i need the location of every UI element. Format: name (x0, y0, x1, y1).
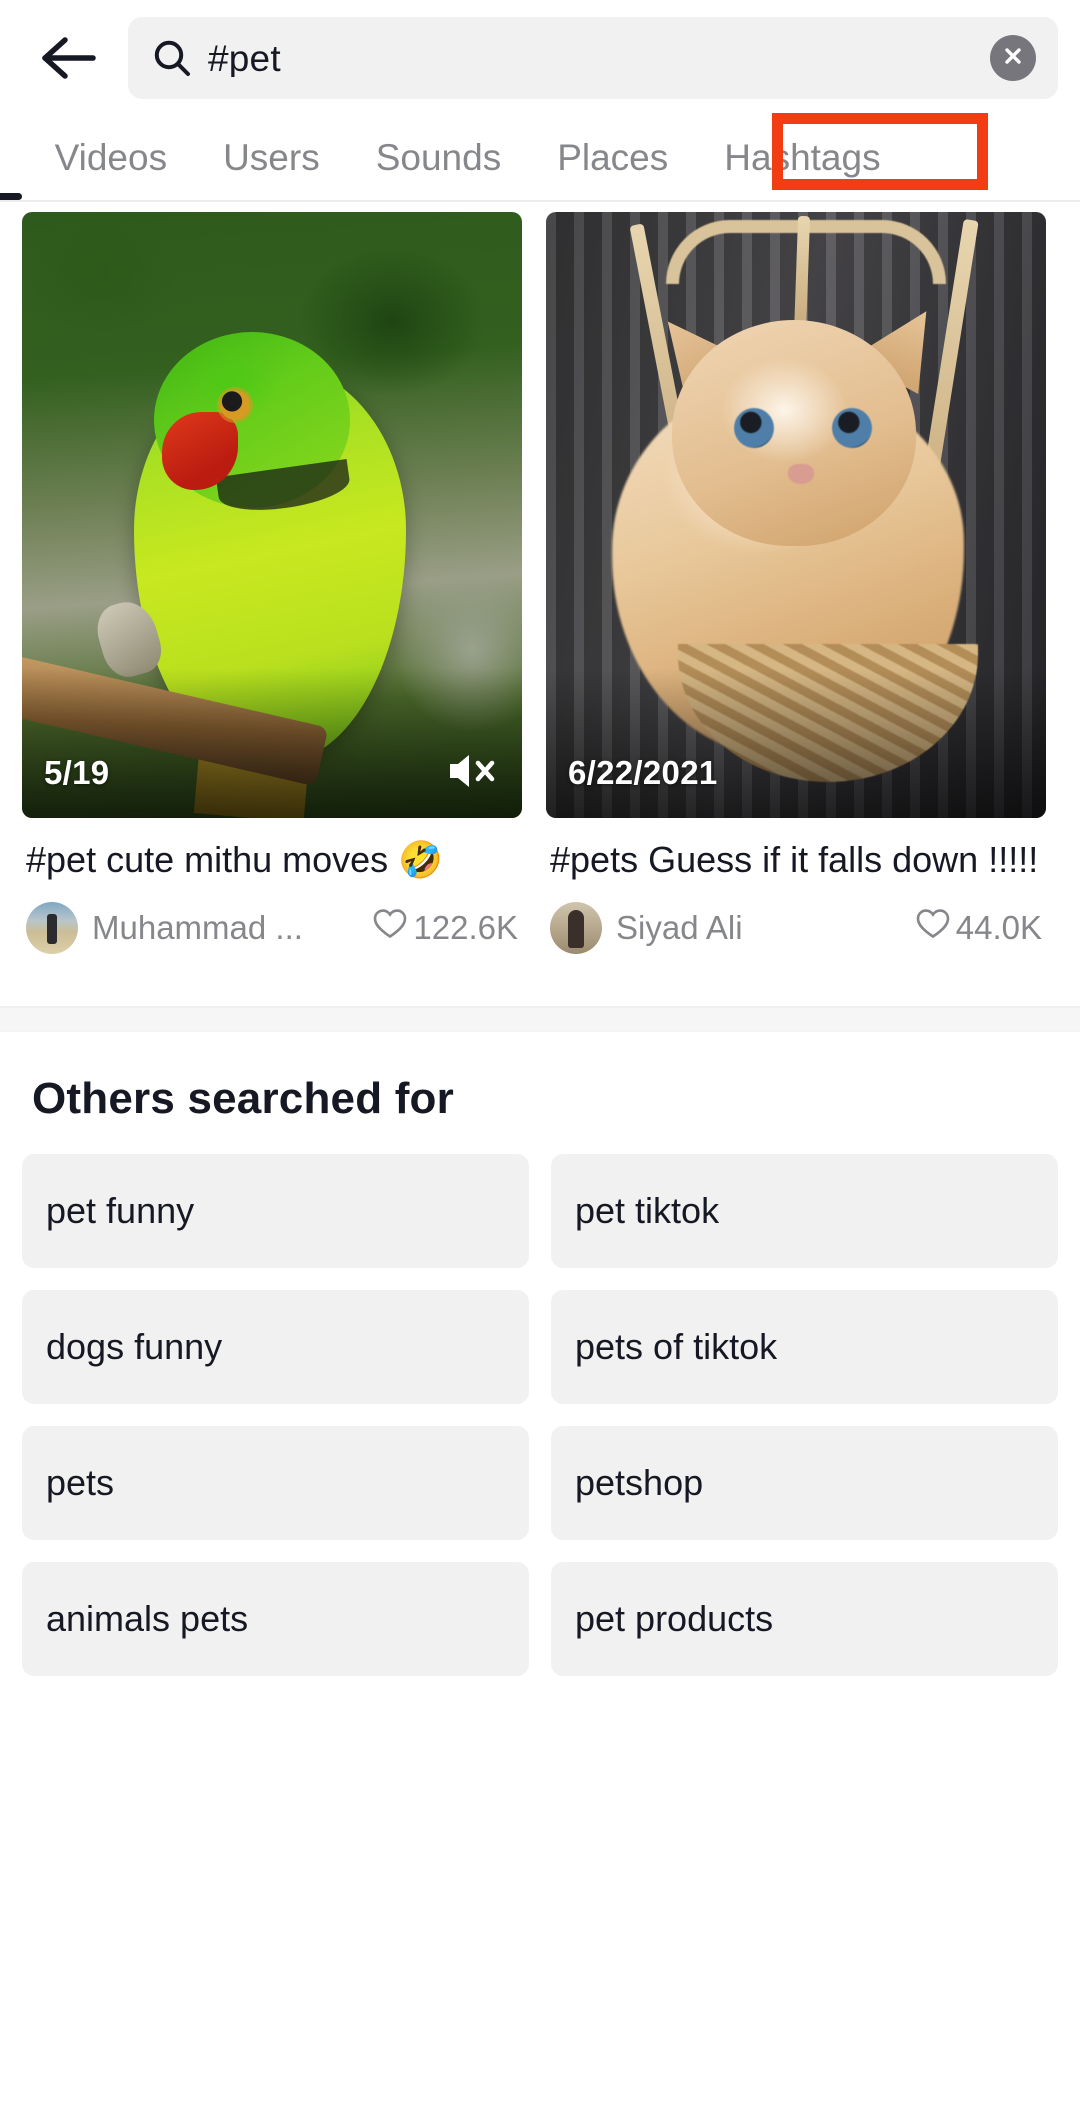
back-button[interactable] (30, 20, 106, 96)
video-author-name[interactable]: Siyad Ali (616, 909, 743, 947)
tab-top[interactable]: p (0, 116, 27, 200)
search-input[interactable]: #pet (208, 40, 281, 77)
tab-hashtags[interactable]: Hashtags (696, 116, 908, 200)
tab-list: p Videos Users Sounds Places Hashtags (0, 116, 1080, 200)
suggestion-chip[interactable]: animals pets (22, 1562, 529, 1676)
tab-sounds[interactable]: Sounds (348, 116, 530, 200)
tab-sounds-label: Sounds (376, 137, 502, 178)
video-title: #pet cute mithu moves 🤣 (22, 818, 522, 886)
video-date-badge: 6/22/2021 (568, 754, 718, 792)
parrot-eye-shape (220, 390, 250, 420)
video-card[interactable]: 5/19 #pet cute mithu moves 🤣 Muhammad ..… (22, 212, 522, 954)
tab-users[interactable]: Users (195, 116, 348, 200)
suggestion-chip[interactable]: petshop (551, 1426, 1058, 1540)
close-icon (1001, 44, 1025, 73)
video-title-text: #pet cute mithu moves (26, 839, 398, 880)
heart-icon (916, 908, 950, 948)
suggestion-chip[interactable]: pet tiktok (551, 1154, 1058, 1268)
search-icon (152, 38, 192, 78)
suggestion-chip-label: petshop (575, 1462, 703, 1504)
clear-search-button[interactable] (990, 35, 1036, 81)
like-count-group: 122.6K (373, 908, 518, 948)
others-searched-for-section: Others searched for pet funny pet tiktok… (0, 1032, 1080, 1676)
search-bar[interactable]: #pet (128, 17, 1058, 99)
heart-icon (373, 908, 407, 948)
suggestion-chip-label: pet tiktok (575, 1190, 719, 1232)
suggestion-chip-grid: pet funny pet tiktok dogs funny pets of … (22, 1154, 1058, 1676)
avatar[interactable] (550, 902, 602, 954)
suggestion-chip-label: animals pets (46, 1598, 248, 1640)
video-thumbnail[interactable]: 5/19 (22, 212, 522, 818)
tab-places-label: Places (557, 137, 668, 178)
tab-places[interactable]: Places (529, 116, 696, 200)
kitten-eye-right-shape (832, 408, 872, 448)
section-divider (0, 1006, 1080, 1032)
video-card[interactable]: 6/22/2021 #pets Guess if it falls down !… (546, 212, 1046, 954)
tiktok-search-results-screen: #pet p Videos Users So (0, 0, 1080, 2116)
thumbnail-gradient-overlay (546, 668, 1046, 818)
kitten-eye-left-shape (734, 408, 774, 448)
video-meta-row: Muhammad ... 122.6K (22, 886, 522, 954)
video-author-name[interactable]: Muhammad ... (92, 909, 303, 947)
video-meta-row: Siyad Ali 44.0K (546, 886, 1046, 954)
like-count-group: 44.0K (916, 908, 1042, 948)
thumbnail-gradient-overlay (22, 668, 522, 818)
video-title-text: #pets Guess if it falls down !!!!! (550, 839, 1038, 880)
avatar[interactable] (26, 902, 78, 954)
suggestion-chip-label: pets of tiktok (575, 1326, 777, 1368)
suggestion-chip[interactable]: pet products (551, 1562, 1058, 1676)
suggestion-chip-label: dogs funny (46, 1326, 222, 1368)
tab-videos[interactable]: Videos (27, 116, 195, 200)
search-tab-bar: p Videos Users Sounds Places Hashtags (0, 116, 1080, 202)
suggestion-chip[interactable]: pets (22, 1426, 529, 1540)
suggestion-chip-label: pets (46, 1462, 114, 1504)
search-header: #pet (0, 0, 1080, 116)
tab-videos-label: Videos (55, 137, 167, 178)
video-date-badge: 5/19 (44, 754, 109, 792)
section-title: Others searched for (22, 1032, 1058, 1154)
suggestion-chip[interactable]: pets of tiktok (551, 1290, 1058, 1404)
suggestion-chip[interactable]: dogs funny (22, 1290, 529, 1404)
kitten-nose-shape (788, 464, 814, 484)
like-count: 44.0K (956, 909, 1042, 947)
video-results-grid: 5/19 #pet cute mithu moves 🤣 Muhammad ..… (0, 202, 1080, 954)
laughing-emoji-icon: 🤣 (398, 839, 443, 880)
tab-users-label: Users (223, 137, 320, 178)
tab-hashtags-label: Hashtags (724, 137, 880, 178)
video-title: #pets Guess if it falls down !!!!! (546, 818, 1046, 886)
suggestion-chip-label: pet products (575, 1598, 773, 1640)
speaker-muted-icon[interactable] (446, 750, 498, 792)
kitten-head-shape (672, 320, 916, 546)
suggestion-chip-label: pet funny (46, 1190, 194, 1232)
video-thumbnail[interactable]: 6/22/2021 (546, 212, 1046, 818)
back-arrow-icon (39, 34, 97, 82)
suggestion-chip[interactable]: pet funny (22, 1154, 529, 1268)
like-count: 122.6K (413, 909, 518, 947)
active-tab-indicator (0, 193, 22, 200)
